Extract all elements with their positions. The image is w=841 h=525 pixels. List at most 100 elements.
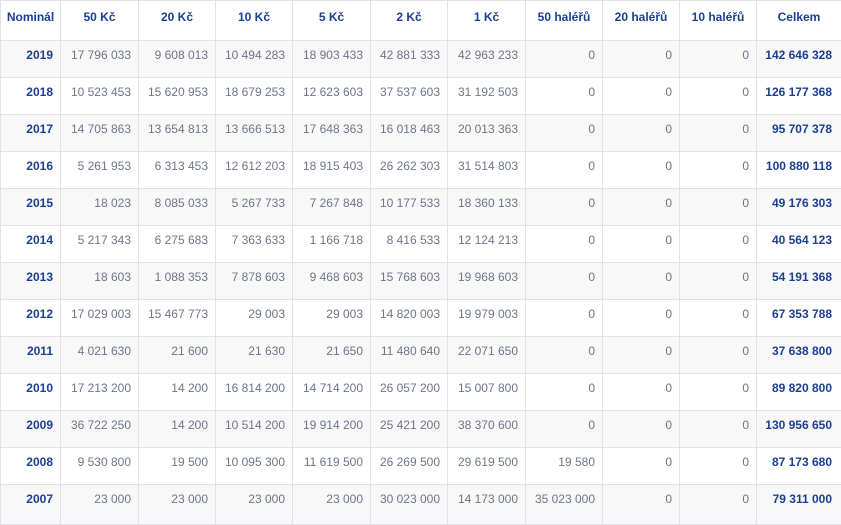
cell-year: 2019 [1,41,61,78]
cell-50-haleru: 0 [526,226,603,263]
cell-20-haleru: 0 [603,189,680,226]
cell-5-kc: 1 166 718 [293,226,371,263]
cell-10-haleru: 0 [680,337,757,374]
cell-year: 2014 [1,226,61,263]
cell-20-haleru: 0 [603,300,680,337]
cell-50-haleru: 0 [526,152,603,189]
table-row: 20145 217 3436 275 6837 363 6331 166 718… [1,226,841,263]
cell-total: 95 707 378 [757,115,841,152]
cell-year: 2010 [1,374,61,411]
table-row: 201518 0238 085 0335 267 7337 267 84810 … [1,189,841,226]
cell-2-kc: 26 262 303 [371,152,448,189]
cell-10-haleru: 0 [680,263,757,300]
cell-50-haleru: 0 [526,337,603,374]
cell-20-kc: 15 467 773 [139,300,216,337]
header-20-haleru: 20 haléřů [603,1,680,41]
cell-total: 67 353 788 [757,300,841,337]
cell-year: 2011 [1,337,61,374]
cell-1-kc: 15 007 800 [448,374,526,411]
cell-year: 2008 [1,448,61,485]
cell-5-kc: 17 648 363 [293,115,371,152]
cell-2-kc: 30 023 000 [371,485,448,525]
cell-10-haleru: 0 [680,41,757,78]
cell-50-kc: 14 705 863 [61,115,139,152]
cell-5-kc: 21 650 [293,337,371,374]
cell-10-kc: 23 000 [216,485,293,525]
header-5-kc: 5 Kč [293,1,371,41]
cell-10-kc: 5 267 733 [216,189,293,226]
cell-5-kc: 14 714 200 [293,374,371,411]
cell-total: 89 820 800 [757,374,841,411]
cell-10-haleru: 0 [680,411,757,448]
cell-50-kc: 23 000 [61,485,139,525]
cell-50-haleru: 0 [526,78,603,115]
cell-20-kc: 19 500 [139,448,216,485]
cell-5-kc: 18 915 403 [293,152,371,189]
cell-50-haleru: 19 580 [526,448,603,485]
cell-10-kc: 16 814 200 [216,374,293,411]
cell-50-haleru: 0 [526,374,603,411]
table-row: 201917 796 0339 608 01310 494 28318 903 … [1,41,841,78]
cell-10-haleru: 0 [680,300,757,337]
cell-2-kc: 37 537 603 [371,78,448,115]
cell-5-kc: 12 623 603 [293,78,371,115]
table-row: 20089 530 80019 50010 095 30011 619 5002… [1,448,841,485]
header-row: Nominál 50 Kč 20 Kč 10 Kč 5 Kč 2 Kč 1 Kč… [1,1,841,41]
cell-10-haleru: 0 [680,115,757,152]
cell-2-kc: 16 018 463 [371,115,448,152]
cell-1-kc: 38 370 600 [448,411,526,448]
cell-20-haleru: 0 [603,152,680,189]
cell-1-kc: 42 963 233 [448,41,526,78]
cell-50-haleru: 0 [526,115,603,152]
cell-50-haleru: 0 [526,189,603,226]
cell-10-kc: 7 878 603 [216,263,293,300]
cell-year: 2013 [1,263,61,300]
header-50-haleru: 50 haléřů [526,1,603,41]
cell-50-kc: 36 722 250 [61,411,139,448]
table-row: 20165 261 9536 313 45312 612 20318 915 4… [1,152,841,189]
cell-50-kc: 17 029 003 [61,300,139,337]
cell-50-kc: 4 021 630 [61,337,139,374]
cell-5-kc: 19 914 200 [293,411,371,448]
cell-total: 37 638 800 [757,337,841,374]
cell-1-kc: 14 173 000 [448,485,526,525]
cell-50-kc: 5 261 953 [61,152,139,189]
cell-year: 2016 [1,152,61,189]
cell-50-kc: 10 523 453 [61,78,139,115]
cell-50-haleru: 0 [526,263,603,300]
table-row: 201318 6031 088 3537 878 6039 468 60315 … [1,263,841,300]
cell-1-kc: 29 619 500 [448,448,526,485]
cell-2-kc: 8 416 533 [371,226,448,263]
cell-5-kc: 23 000 [293,485,371,525]
cell-2-kc: 42 881 333 [371,41,448,78]
cell-year: 2009 [1,411,61,448]
table-body: 201917 796 0339 608 01310 494 28318 903 … [1,41,841,525]
cell-50-haleru: 35 023 000 [526,485,603,525]
cell-50-kc: 18 023 [61,189,139,226]
cell-2-kc: 11 480 640 [371,337,448,374]
header-10-kc: 10 Kč [216,1,293,41]
cell-50-haleru: 0 [526,41,603,78]
table-row: 200936 722 25014 20010 514 20019 914 200… [1,411,841,448]
cell-total: 49 176 303 [757,189,841,226]
cell-20-haleru: 0 [603,226,680,263]
header-50-kc: 50 Kč [61,1,139,41]
table-header: Nominál 50 Kč 20 Kč 10 Kč 5 Kč 2 Kč 1 Kč… [1,1,841,41]
header-2-kc: 2 Kč [371,1,448,41]
cell-50-kc: 17 213 200 [61,374,139,411]
cell-10-haleru: 0 [680,448,757,485]
cell-10-haleru: 0 [680,485,757,525]
cell-20-kc: 14 200 [139,411,216,448]
cell-10-kc: 13 666 513 [216,115,293,152]
cell-10-haleru: 0 [680,374,757,411]
cell-2-kc: 10 177 533 [371,189,448,226]
cell-2-kc: 15 768 603 [371,263,448,300]
cell-2-kc: 26 057 200 [371,374,448,411]
cell-total: 126 177 368 [757,78,841,115]
table-row: 200723 00023 00023 00023 00030 023 00014… [1,485,841,525]
cell-year: 2012 [1,300,61,337]
cell-10-kc: 10 095 300 [216,448,293,485]
cell-20-kc: 1 088 353 [139,263,216,300]
cell-20-kc: 9 608 013 [139,41,216,78]
cell-1-kc: 18 360 133 [448,189,526,226]
